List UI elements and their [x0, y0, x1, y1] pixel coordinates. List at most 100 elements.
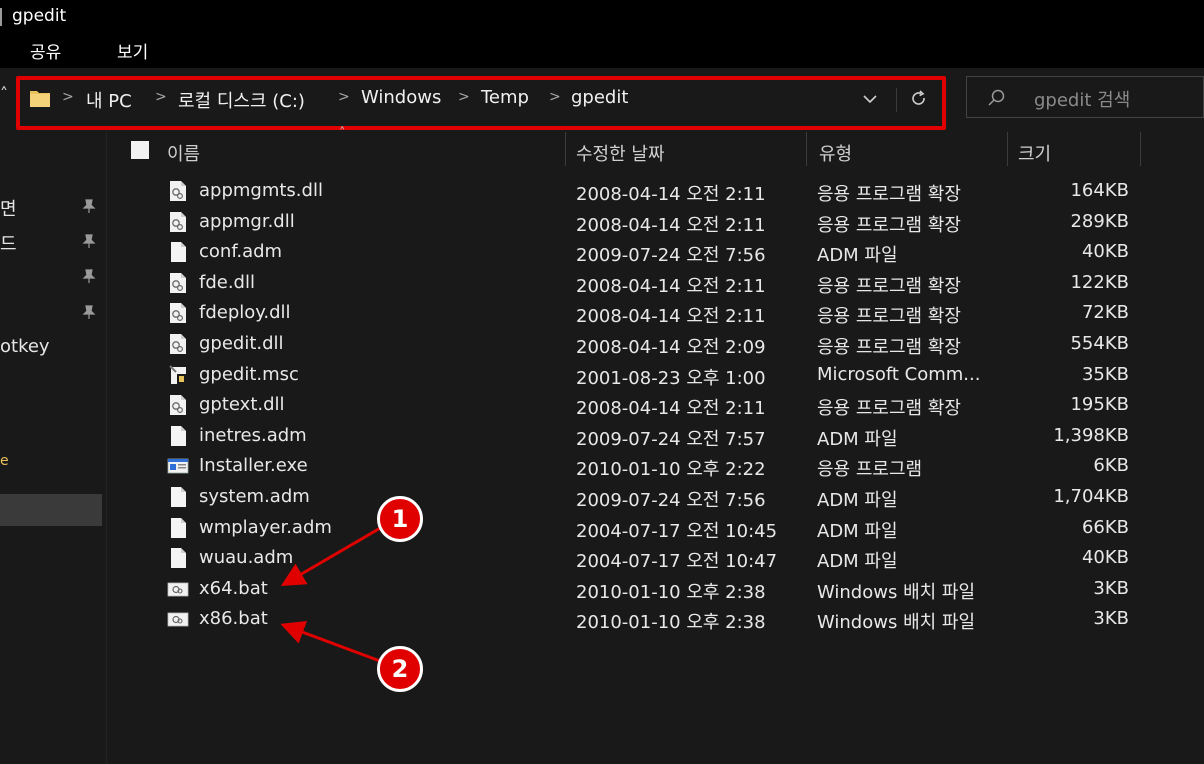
file-type: 응용 프로그램 확장 — [817, 184, 961, 205]
file-type: ADM 파일 — [817, 520, 898, 542]
file-date: 2008-04-14 오전 2:09 — [576, 337, 766, 358]
document-file-icon — [167, 425, 189, 447]
file-date: 2004-07-17 오전 10:47 — [576, 551, 778, 573]
nav-item-desktop[interactable]: 면 — [0, 195, 17, 221]
sort-ascending-icon: ˄ — [339, 126, 346, 141]
file-date: 2001-08-23 오후 1:00 — [576, 367, 766, 389]
file-name[interactable]: Installer.exe — [199, 455, 308, 476]
file-type: Windows 배치 파일 — [817, 612, 976, 634]
select-all-checkbox[interactable] — [131, 141, 149, 159]
ribbon-tab-view[interactable]: 보기 — [117, 38, 148, 63]
file-name[interactable]: gptext.dll — [199, 394, 285, 415]
file-row[interactable]: wuau.adm 2004-07-17 오전 10:47 ADM 파일 40KB — [107, 543, 1204, 573]
file-name[interactable]: fdeploy.dll — [199, 302, 291, 323]
file-name[interactable]: x86.bat — [199, 608, 268, 629]
column-divider[interactable] — [1140, 132, 1141, 166]
file-date: 2009-07-24 오전 7:57 — [576, 428, 766, 450]
file-name[interactable]: wmplayer.adm — [199, 517, 332, 538]
pin-icon[interactable] — [82, 268, 96, 284]
file-size: 164KB — [1070, 180, 1129, 201]
column-header-type[interactable]: 유형 — [819, 140, 852, 166]
file-row[interactable]: system.adm 2009-07-24 오전 7:56 ADM 파일 1,704K… — [107, 482, 1204, 512]
file-date: 2004-07-17 오전 10:45 — [576, 520, 778, 542]
file-name[interactable]: fde.dll — [199, 272, 255, 293]
dll-file-icon — [167, 333, 189, 355]
dll-file-icon — [167, 272, 189, 294]
dll-file-icon — [167, 211, 189, 233]
file-type: 응용 프로그램 확장 — [817, 306, 961, 328]
dll-file-icon — [167, 394, 189, 416]
title-bar — [0, 0, 1204, 34]
file-name[interactable]: x64.bat — [199, 578, 268, 599]
file-row[interactable]: x64.bat 2010-01-10 오후 2:38 Windows 배치 파일 3K… — [107, 574, 1204, 604]
column-header-date[interactable]: 수정한 날짜 — [576, 140, 665, 166]
exe-file-icon — [167, 455, 189, 477]
navigation-pane — [0, 130, 106, 764]
file-type: 응용 프로그램 확장 — [817, 275, 961, 297]
document-file-icon — [167, 241, 189, 263]
dll-file-icon — [167, 180, 189, 202]
file-size: 554KB — [1070, 333, 1129, 354]
callout-badge-2: 2 — [377, 646, 423, 692]
pin-icon[interactable] — [82, 304, 96, 320]
file-name[interactable]: inetres.adm — [199, 425, 307, 446]
file-row[interactable]: fde.dll 2008-04-14 오전 2:11 응용 프로그램 확장 122KB — [107, 268, 1204, 298]
file-type: 응용 프로그램 — [817, 459, 923, 481]
ribbon — [0, 34, 1204, 68]
file-name[interactable]: appmgr.dll — [199, 211, 295, 232]
file-date: 2008-04-14 오전 2:11 — [576, 184, 766, 205]
file-row[interactable]: wmplayer.adm 2004-07-17 오전 10:45 ADM 파일 66K… — [107, 513, 1204, 543]
column-header-size[interactable]: 크기 — [1018, 140, 1051, 166]
file-date: 2010-01-10 오후 2:38 — [576, 581, 766, 603]
column-divider[interactable] — [565, 132, 566, 166]
up-arrow-icon[interactable]: ˄ — [0, 84, 8, 103]
file-size: 3KB — [1093, 608, 1129, 630]
file-row[interactable]: conf.adm 2009-07-24 오전 7:56 ADM 파일 40KB — [107, 237, 1204, 267]
file-row[interactable]: x86.bat 2010-01-10 오후 2:38 Windows 배치 파일 3K… — [107, 604, 1204, 634]
file-type: ADM 파일 — [817, 490, 898, 511]
file-name[interactable]: appmgmts.dll — [199, 180, 323, 201]
file-row[interactable]: appmgr.dll 2008-04-14 오전 2:11 응용 프로그램 확장 28… — [107, 207, 1204, 237]
file-name[interactable]: gpedit.dll — [199, 333, 284, 354]
file-type: ADM 파일 — [817, 428, 898, 450]
search-icon — [988, 89, 1005, 106]
file-type: 응용 프로그램 확장 — [817, 214, 961, 236]
file-row[interactable]: fdeploy.dll 2008-04-14 오전 2:11 응용 프로그램 확장 7… — [107, 298, 1204, 328]
nav-item-selected[interactable] — [0, 494, 102, 526]
nav-item-hotkey[interactable]: otkey — [0, 336, 50, 357]
pin-icon[interactable] — [82, 198, 96, 214]
file-size: 3KB — [1093, 577, 1129, 599]
pin-icon[interactable] — [82, 233, 96, 249]
file-size: 289KB — [1070, 210, 1129, 232]
nav-item-folder-fragment[interactable]: e — [0, 453, 9, 469]
file-name[interactable]: conf.adm — [199, 241, 282, 262]
batch-file-icon — [167, 578, 189, 600]
ribbon-tab-share[interactable]: 공유 — [30, 38, 61, 63]
document-file-icon — [167, 517, 189, 539]
file-date: 2010-01-10 오후 2:38 — [576, 612, 766, 634]
file-type: Windows 배치 파일 — [817, 581, 976, 603]
file-name[interactable]: gpedit.msc — [199, 364, 299, 385]
file-date: 2009-07-24 오전 7:56 — [576, 490, 766, 511]
file-date: 2008-04-14 오전 2:11 — [576, 398, 766, 420]
column-divider[interactable] — [1007, 132, 1008, 166]
file-row[interactable]: gpedit.msc 2001-08-23 오후 1:00 Microsoft Co… — [107, 360, 1204, 390]
column-divider[interactable] — [806, 132, 807, 166]
file-row[interactable]: inetres.adm 2009-07-24 오전 7:57 ADM 파일 1,398… — [107, 421, 1204, 451]
file-type: Microsoft Comm... — [817, 363, 981, 385]
dll-file-icon — [167, 302, 189, 324]
file-type: ADM 파일 — [817, 245, 898, 267]
file-date: 2008-04-14 오전 2:11 — [576, 306, 766, 328]
window-title: gpedit — [12, 6, 67, 26]
file-type: 응용 프로그램 확장 — [817, 398, 961, 420]
file-row[interactable]: gpedit.dll 2008-04-14 오전 2:09 응용 프로그램 확장 55… — [107, 329, 1204, 359]
file-name[interactable]: wuau.adm — [199, 547, 293, 568]
file-row[interactable]: gptext.dll 2008-04-14 오전 2:11 응용 프로그램 확장 19… — [107, 390, 1204, 420]
file-row[interactable]: Installer.exe 2010-01-10 오후 2:22 응용 프로그램 6K… — [107, 451, 1204, 481]
file-name[interactable]: system.adm — [199, 486, 310, 507]
batch-file-icon — [167, 608, 189, 630]
file-row[interactable]: appmgmts.dll 2008-04-14 오전 2:11 응용 프로그램 확장… — [107, 176, 1204, 206]
search-placeholder[interactable]: gpedit 검색 — [1034, 86, 1130, 112]
nav-item-downloads[interactable]: 드 — [0, 230, 17, 256]
column-header-name[interactable]: 이름 — [167, 140, 200, 166]
